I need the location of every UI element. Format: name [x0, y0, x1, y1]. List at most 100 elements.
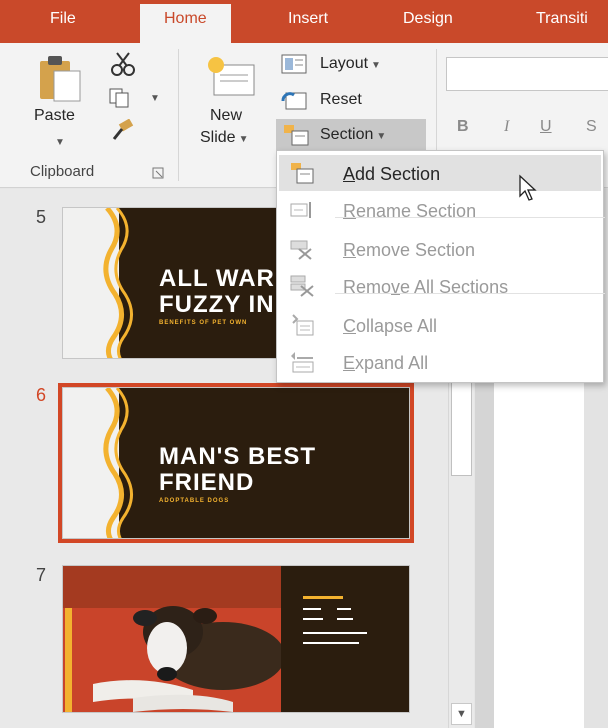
- slide-title-line2: FUZZY IN: [159, 291, 275, 318]
- layout-dropdown-icon: ▼: [371, 60, 381, 71]
- paste-button[interactable]: Paste ▼: [30, 49, 90, 155]
- slide-title-line1: ALL WAR: [159, 265, 275, 292]
- new-slide-label-text: Slide: [200, 129, 236, 146]
- tab-file[interactable]: File: [50, 10, 76, 28]
- access-key: v: [391, 277, 401, 297]
- access-key: C: [343, 316, 356, 336]
- copy-dropdown-icon[interactable]: ▼: [150, 93, 160, 104]
- slide-number: 6: [36, 385, 47, 405]
- reset-icon: [281, 92, 307, 110]
- menu-item-label: Remove All Sections: [343, 277, 508, 298]
- section-dropdown-icon: ▼: [376, 131, 387, 142]
- menu-item-remove-all-sections[interactable]: Remove All Sections: [279, 268, 605, 304]
- label-part: e All Sections: [400, 277, 509, 297]
- access-key: E: [343, 353, 356, 373]
- menu-item-label: Rename Section: [343, 201, 476, 222]
- reset-button[interactable]: Reset: [280, 87, 420, 115]
- tab-transitions[interactable]: Transiti: [536, 10, 588, 28]
- label-part: emove Section: [356, 240, 476, 260]
- layout-label: Layout ▼: [320, 55, 381, 73]
- text-line: [303, 642, 359, 644]
- dialog-launcher-icon[interactable]: [152, 167, 164, 179]
- slide-title-line2: FRIEND: [159, 469, 255, 496]
- tab-design[interactable]: Design: [403, 10, 453, 28]
- copy-icon[interactable]: [108, 87, 134, 109]
- new-slide-icon: [208, 57, 255, 96]
- underline-button[interactable]: U: [540, 118, 552, 136]
- access-key: A: [343, 164, 356, 184]
- bold-button[interactable]: B: [457, 118, 469, 136]
- new-slide-dropdown-icon[interactable]: ▼: [239, 134, 249, 145]
- new-slide-button[interactable]: New Slide ▼: [192, 49, 270, 155]
- add-section-icon: [291, 163, 314, 184]
- collapse-all-icon: [292, 314, 314, 336]
- expand-all-icon: [291, 352, 314, 373]
- section-icon: [284, 125, 309, 146]
- italic-button[interactable]: I: [504, 118, 509, 136]
- menu-item-add-section[interactable]: Add Section: [279, 155, 601, 191]
- section-label: Section ▼: [320, 126, 386, 144]
- text-line: [303, 632, 367, 634]
- menu-item-label: Expand All: [343, 353, 428, 374]
- mouse-cursor-icon: [519, 174, 537, 201]
- strikethrough-button[interactable]: S: [586, 118, 597, 136]
- layout-button[interactable]: Layout ▼: [280, 51, 420, 79]
- new-slide-label-line1: New: [210, 107, 243, 124]
- menu-item-label: Remove Section: [343, 240, 475, 261]
- slide-photo: [63, 566, 281, 712]
- menu-item-expand-all[interactable]: Expand All: [279, 344, 601, 380]
- scroll-down-arrow-icon[interactable]: ▼: [451, 703, 472, 725]
- text-line: [303, 608, 321, 610]
- text-line: [337, 618, 353, 620]
- paste-label: Paste: [34, 107, 75, 124]
- menu-separator: [335, 217, 605, 218]
- section-button[interactable]: Section ▼: [276, 119, 426, 151]
- menu-item-rename-section[interactable]: Rename Section: [279, 192, 605, 228]
- cut-icon[interactable]: [110, 51, 136, 77]
- ribbon-separator: [178, 49, 179, 181]
- rename-section-icon: [290, 202, 311, 218]
- layout-icon: [281, 54, 307, 74]
- label-part: Remo: [343, 277, 392, 297]
- slide-title-line1: MAN'S BEST: [159, 443, 317, 470]
- menu-item-collapse-all[interactable]: Collapse All: [279, 307, 601, 343]
- menu-separator: [335, 293, 605, 294]
- paste-icon: [40, 56, 81, 102]
- font-name-box[interactable]: [446, 57, 608, 91]
- menu-item-label: Collapse All: [343, 316, 437, 337]
- reset-label: Reset: [320, 91, 362, 108]
- label-part: dd Section: [355, 164, 441, 184]
- access-key: R: [343, 240, 356, 260]
- slide-number: 7: [36, 565, 47, 585]
- new-slide-label-line2: Slide ▼: [200, 129, 248, 147]
- slide-subtitle: BENEFITS OF PET OWN: [159, 320, 248, 326]
- clipboard-group-label: Clipboard: [30, 163, 95, 180]
- paste-dropdown-icon[interactable]: ▼: [55, 137, 65, 148]
- menu-item-label: Add Section: [343, 164, 440, 185]
- label-part: ename Section: [356, 201, 477, 221]
- label-part: xpand All: [355, 353, 429, 373]
- layout-text: Layout: [320, 55, 369, 72]
- dog-photo-icon: [63, 566, 281, 712]
- remove-all-sections-icon: [290, 275, 314, 297]
- text-line: [303, 618, 323, 620]
- slide-number: 5: [36, 207, 47, 227]
- slide-thumbnail-6[interactable]: MAN'S BEST FRIEND ADOPTABLE DOGS: [58, 383, 414, 543]
- remove-section-icon: [290, 240, 312, 260]
- text-line: [337, 608, 351, 610]
- format-painter-icon[interactable]: [110, 119, 136, 141]
- section-text: Section: [320, 126, 374, 143]
- slide-thumbnail-7[interactable]: [62, 565, 410, 713]
- slide-text-block: [281, 566, 409, 712]
- ribbon-tabs: File Home Insert Design Transiti: [0, 0, 608, 43]
- access-key: R: [343, 201, 356, 221]
- wave-decoration: [103, 388, 133, 538]
- text-line: [303, 596, 343, 599]
- tab-insert[interactable]: Insert: [288, 10, 328, 28]
- powerpoint-window: File Home Insert Design Transiti Paste ▼: [0, 0, 608, 728]
- wave-decoration: [103, 208, 133, 358]
- tab-home[interactable]: Home: [140, 4, 231, 43]
- slide-subtitle: ADOPTABLE DOGS: [159, 498, 230, 504]
- menu-item-remove-section[interactable]: Remove Section: [279, 231, 601, 267]
- section-dropdown-menu: Add Section Rename Section Remove Sectio…: [276, 150, 605, 383]
